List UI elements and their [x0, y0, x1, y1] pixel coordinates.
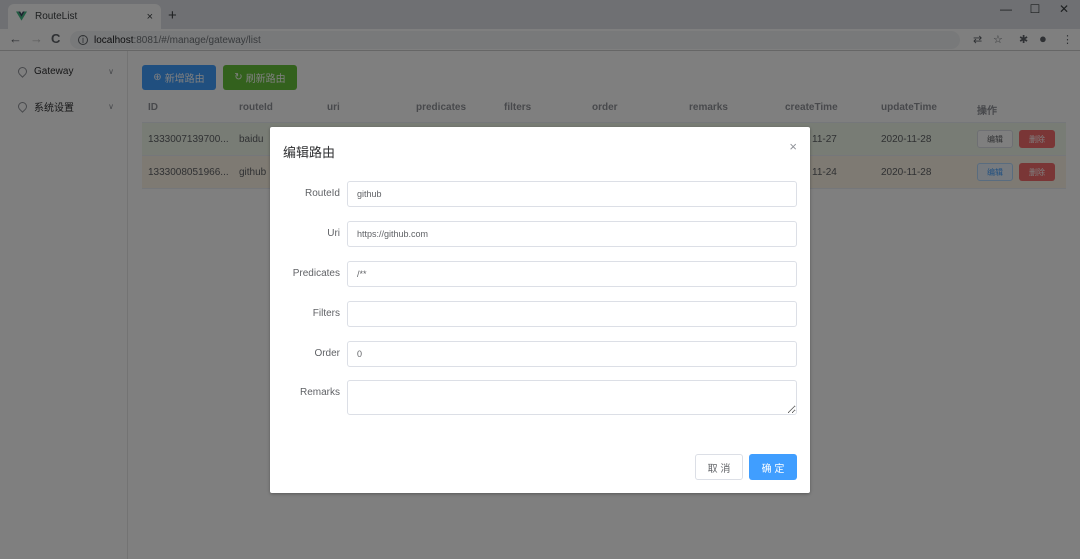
- uri-label: Uri: [327, 228, 340, 239]
- close-icon[interactable]: ×: [789, 139, 797, 154]
- confirm-button[interactable]: 确 定: [749, 454, 797, 480]
- filters-label: Filters: [312, 308, 340, 319]
- route-id-label: RouteId: [304, 188, 340, 199]
- dialog-title: 编辑路由: [283, 145, 336, 160]
- remarks-textarea[interactable]: [347, 380, 797, 415]
- predicates-label: Predicates: [292, 268, 340, 279]
- route-id-input[interactable]: [347, 181, 797, 207]
- uri-input[interactable]: [347, 221, 797, 247]
- edit-route-dialog: 编辑路由 × RouteId Uri Predicates Filters Or…: [270, 127, 810, 493]
- remarks-label: Remarks: [299, 387, 340, 398]
- order-label: Order: [314, 348, 340, 359]
- predicates-input[interactable]: [347, 261, 797, 287]
- order-input[interactable]: [347, 341, 797, 367]
- cancel-button[interactable]: 取 消: [695, 454, 743, 480]
- filters-input[interactable]: [347, 301, 797, 327]
